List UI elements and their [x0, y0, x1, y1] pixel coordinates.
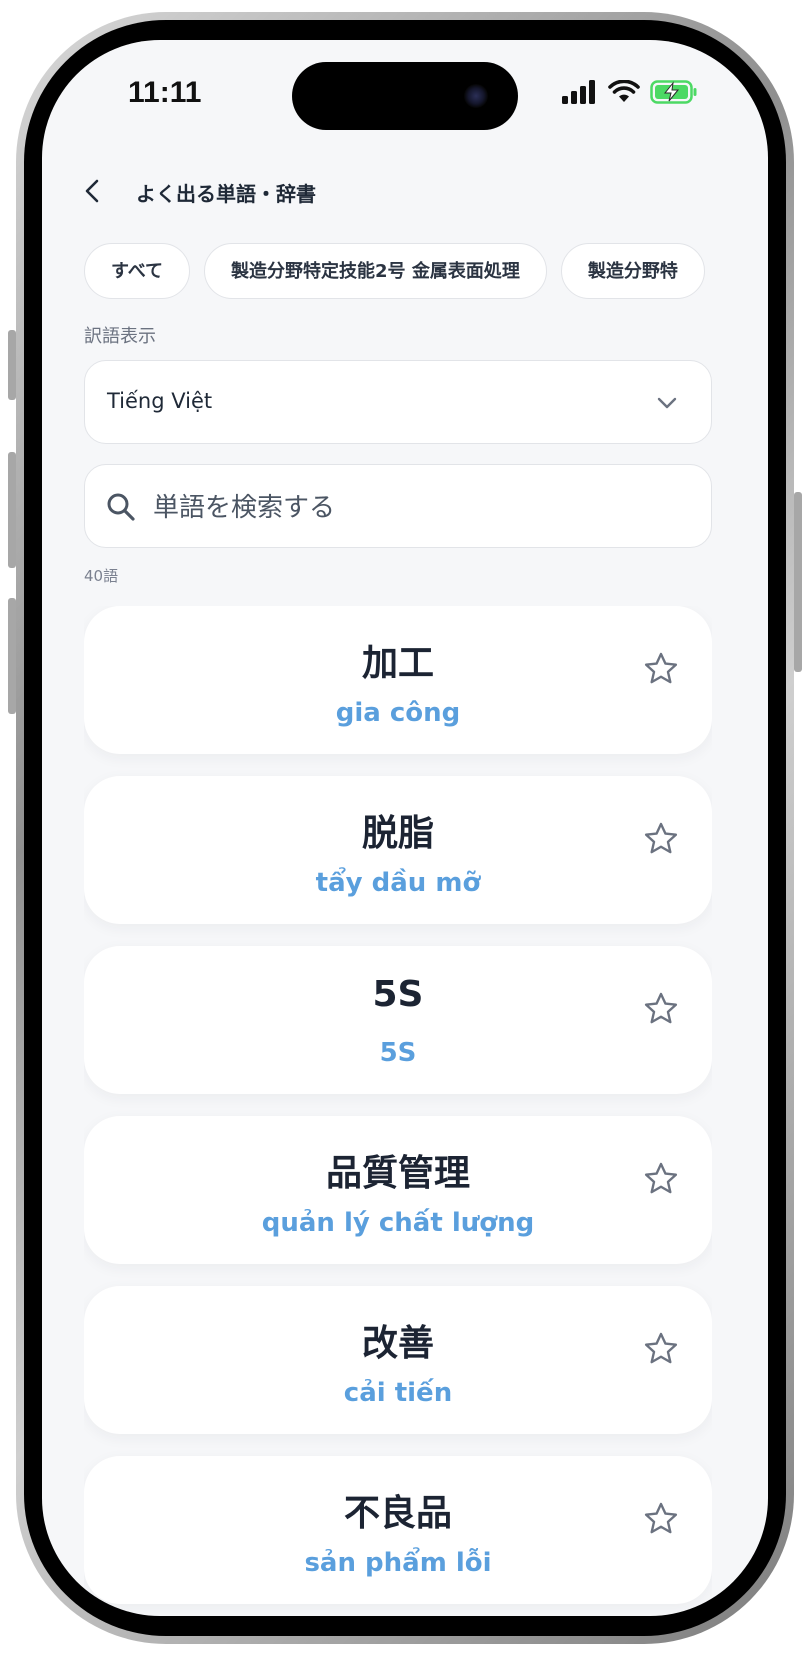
- language-select-value: Tiếng Việt: [107, 389, 213, 413]
- translation-label: 訳語表示: [84, 326, 156, 347]
- volume-down-button: [8, 598, 16, 714]
- chip-manufacturing[interactable]: 製造分野特: [560, 243, 705, 299]
- status-icons: [562, 80, 698, 104]
- star-icon[interactable]: [642, 650, 680, 688]
- page-title: よく出る単語・辞書: [136, 182, 316, 206]
- word-card[interactable]: 脱脂 tẩy dầu mỡ: [84, 776, 712, 924]
- word-translation: sản phẩm lỗi: [304, 1548, 492, 1578]
- word-term: 品質管理: [325, 1153, 470, 1194]
- chevron-left-icon: [85, 179, 99, 203]
- volume-up-button: [8, 452, 16, 568]
- word-translation: 5S: [379, 1038, 417, 1068]
- dynamic-island: [292, 62, 518, 130]
- battery-charging-icon: [650, 80, 697, 104]
- word-card[interactable]: 加工 gia công: [84, 606, 712, 754]
- star-icon[interactable]: [642, 1500, 680, 1538]
- word-translation: quản lý chất lượng: [261, 1208, 535, 1238]
- search-input[interactable]: [151, 479, 695, 537]
- back-button[interactable]: [78, 176, 108, 206]
- language-select[interactable]: Tiếng Việt: [84, 360, 712, 444]
- word-translation: tẩy dầu mỡ: [315, 868, 481, 898]
- chip-metal-surface-treatment[interactable]: 製造分野特定技能2号 金属表面処理: [204, 243, 547, 299]
- status-time: 11:11: [128, 76, 202, 109]
- word-translation: gia công: [335, 698, 461, 728]
- star-icon[interactable]: [642, 1160, 680, 1198]
- word-term: 改善: [361, 1323, 434, 1364]
- word-card[interactable]: 不良品 sản phẩm lỗi: [84, 1456, 712, 1604]
- star-icon[interactable]: [642, 990, 680, 1028]
- search-box[interactable]: [84, 464, 712, 548]
- word-term: 5S: [372, 974, 424, 1015]
- search-icon: [107, 493, 135, 521]
- word-count: 40語: [84, 567, 119, 585]
- wifi-icon: [608, 80, 640, 102]
- camera-icon: [464, 84, 488, 108]
- word-term: 脱脂: [361, 813, 434, 854]
- word-card[interactable]: 品質管理 quản lý chất lượng: [84, 1116, 712, 1264]
- star-icon[interactable]: [642, 1330, 680, 1368]
- chevron-down-icon: [657, 397, 677, 409]
- word-list: 加工 gia công 脱脂 tẩy dầu mỡ 5S 5S 品質管理 quả…: [84, 606, 712, 1616]
- signal-icon: [562, 80, 595, 104]
- word-card[interactable]: 5S 5S: [84, 946, 712, 1094]
- chip-all[interactable]: すべて: [84, 243, 191, 299]
- word-term: 不良品: [343, 1493, 452, 1534]
- action-button: [8, 330, 16, 400]
- power-button: [794, 492, 802, 672]
- star-icon[interactable]: [642, 820, 680, 858]
- word-translation: cải tiến: [343, 1378, 453, 1408]
- word-card[interactable]: 改善 cải tiến: [84, 1286, 712, 1434]
- category-chips: すべて 製造分野特定技能2号 金属表面処理 製造分野特: [84, 243, 724, 303]
- word-term: 加工: [361, 643, 434, 684]
